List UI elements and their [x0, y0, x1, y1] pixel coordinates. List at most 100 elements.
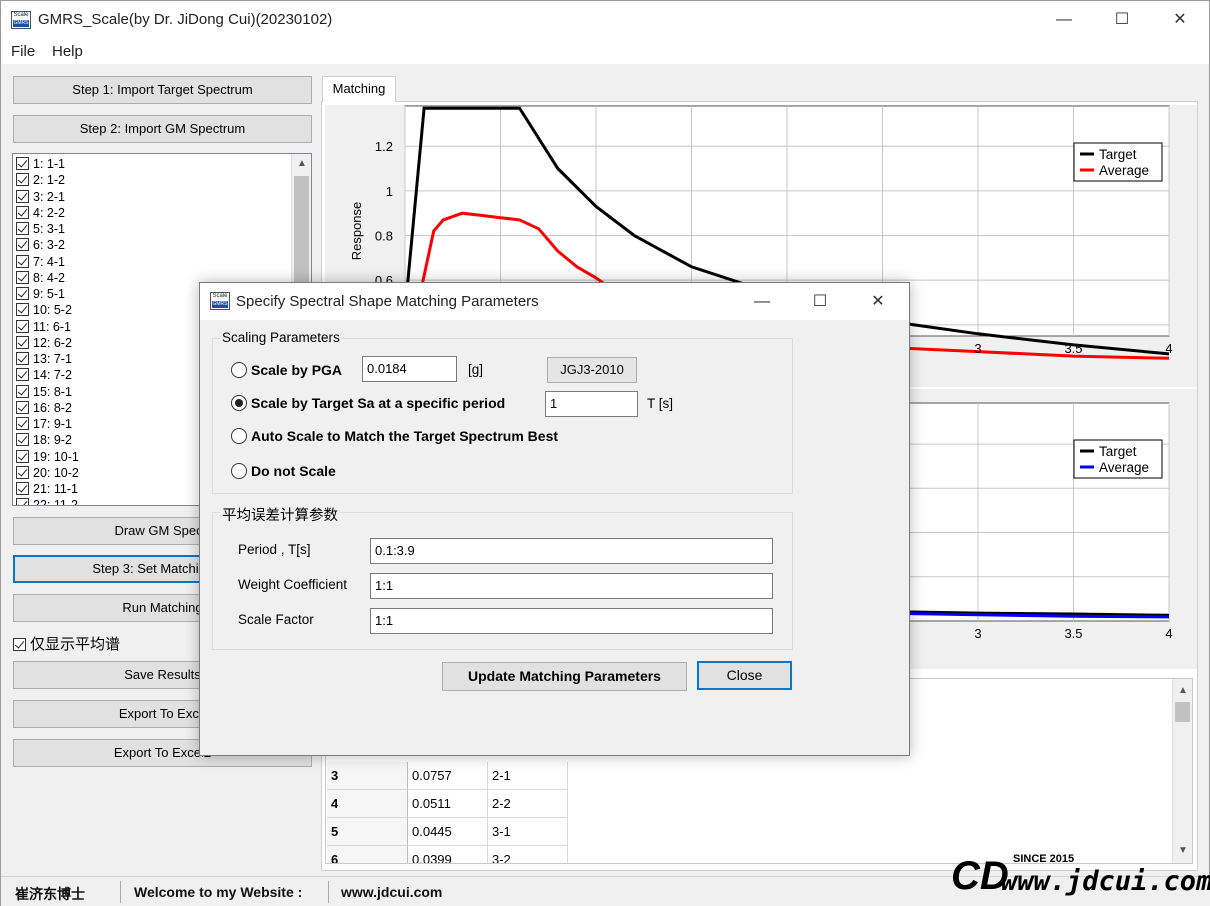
- gm-list-item-label: 6: 3-2: [33, 238, 65, 253]
- table-cell-name[interactable]: 2-1: [488, 762, 568, 790]
- checkbox-icon[interactable]: [16, 319, 29, 333]
- checkbox-icon[interactable]: [16, 205, 29, 219]
- table-row-index[interactable]: 4: [327, 790, 408, 818]
- table-cell-name[interactable]: 2-2: [488, 790, 568, 818]
- do-not-scale-radio[interactable]: [231, 463, 247, 479]
- checkbox-icon[interactable]: [16, 449, 29, 463]
- gm-list-item-label: 19: 10-1: [33, 449, 79, 464]
- do-not-scale-label[interactable]: Do not Scale: [251, 463, 336, 479]
- pga-input[interactable]: 0.0184: [362, 356, 457, 382]
- sa-period-input[interactable]: 1: [545, 391, 638, 417]
- table-scrollbar[interactable]: ▲ ▼: [1172, 679, 1192, 863]
- gm-list-item[interactable]: 2: 1-2: [16, 172, 65, 188]
- status-url[interactable]: www.jdcui.com: [341, 884, 442, 900]
- only-average-checkbox[interactable]: 仅显示平均谱: [13, 633, 120, 654]
- period-input[interactable]: 0.1:3.9: [370, 538, 773, 564]
- close-button[interactable]: ✕: [1151, 1, 1209, 39]
- gm-list-item[interactable]: 12: 6-2: [16, 335, 72, 351]
- gm-list-item[interactable]: 13: 7-1: [16, 351, 72, 367]
- checkbox-icon[interactable]: [13, 638, 26, 651]
- menu-help[interactable]: Help: [52, 43, 83, 60]
- gm-list-item[interactable]: 4: 2-2: [16, 205, 65, 221]
- scale-by-sa-label[interactable]: Scale by Target Sa at a specific period: [251, 395, 505, 411]
- dialog-maximize-button[interactable]: ☐: [791, 283, 849, 320]
- checkbox-icon[interactable]: [16, 335, 29, 349]
- chart-legend: TargetAverage: [1073, 142, 1163, 182]
- scale-by-pga-label[interactable]: Scale by PGA: [251, 362, 342, 378]
- checkbox-icon[interactable]: [16, 384, 29, 398]
- gm-list-item[interactable]: 10: 5-2: [16, 302, 72, 318]
- table-scroll-thumb[interactable]: [1175, 702, 1190, 722]
- gm-list-item[interactable]: 3: 2-1: [16, 189, 65, 205]
- jgj3-2010-button[interactable]: JGJ3-2010: [547, 357, 637, 383]
- checkbox-icon[interactable]: [16, 465, 29, 479]
- checkbox-icon[interactable]: [16, 189, 29, 203]
- gm-list-item[interactable]: 5: 3-1: [16, 221, 65, 237]
- gm-list-item[interactable]: 15: 8-1: [16, 384, 72, 400]
- table-row-index[interactable]: 5: [327, 818, 408, 846]
- checkbox-icon[interactable]: [16, 352, 29, 365]
- checkbox-icon[interactable]: [16, 400, 29, 414]
- auto-scale-radio[interactable]: [231, 428, 247, 444]
- dialog-close-action-button[interactable]: Close: [697, 661, 792, 690]
- title-bar[interactable]: Scale GMRS GMRS_Scale(by Dr. JiDong Cui)…: [1, 1, 1209, 39]
- gm-list-item[interactable]: 9: 5-1: [16, 286, 65, 302]
- checkbox-icon[interactable]: [16, 238, 29, 252]
- gm-list-item[interactable]: 22: 11-2: [16, 497, 78, 505]
- gm-list-item[interactable]: 6: 3-2: [16, 237, 65, 253]
- import-target-spectrum-button[interactable]: Step 1: Import Target Spectrum: [13, 76, 312, 104]
- table-cell-value[interactable]: 0.0511: [408, 790, 488, 818]
- status-separator: [328, 881, 329, 903]
- weight-coefficient-input[interactable]: 1:1: [370, 573, 773, 599]
- table-cell-name[interactable]: 3-1: [488, 818, 568, 846]
- checkbox-icon[interactable]: [16, 157, 29, 170]
- cd-logo-icon: CD: [951, 854, 1009, 898]
- update-matching-parameters-button[interactable]: Update Matching Parameters: [442, 662, 687, 691]
- gm-list-item-label: 14: 7-2: [33, 368, 72, 383]
- gm-list-item[interactable]: 17: 9-1: [16, 416, 72, 432]
- checkbox-icon[interactable]: [16, 433, 29, 447]
- table-row-index[interactable]: 3: [327, 762, 408, 790]
- dialog-title-bar[interactable]: Scale GMRS Specify Spectral Shape Matchi…: [200, 283, 909, 320]
- gm-list-item[interactable]: 1: 1-1: [16, 156, 65, 172]
- gm-list-item[interactable]: 19: 10-1: [16, 449, 79, 465]
- table-cell-name[interactable]: 3-2: [488, 846, 568, 863]
- checkbox-icon[interactable]: [16, 417, 29, 430]
- checkbox-icon[interactable]: [16, 498, 29, 505]
- minimize-button[interactable]: —: [1035, 1, 1093, 39]
- gm-list-item[interactable]: 7: 4-1: [16, 254, 65, 270]
- menu-file[interactable]: File: [11, 43, 35, 60]
- tab-matching[interactable]: Matching: [322, 76, 396, 102]
- gm-list-item[interactable]: 11: 6-1: [16, 319, 71, 335]
- gm-list-item[interactable]: 20: 10-2: [16, 465, 79, 481]
- checkbox-icon[interactable]: [16, 222, 29, 235]
- checkbox-icon[interactable]: [16, 254, 29, 268]
- gm-list-item[interactable]: 16: 8-2: [16, 400, 72, 416]
- scale-by-sa-radio[interactable]: [231, 395, 247, 411]
- import-gm-spectrum-button[interactable]: Step 2: Import GM Spectrum: [13, 115, 312, 143]
- checkbox-icon[interactable]: [16, 482, 29, 495]
- auto-scale-label[interactable]: Auto Scale to Match the Target Spectrum …: [251, 428, 558, 444]
- gm-list-item[interactable]: 8: 4-2: [16, 270, 65, 286]
- checkbox-icon[interactable]: [16, 368, 29, 382]
- maximize-button[interactable]: ☐: [1093, 1, 1151, 39]
- checkbox-icon[interactable]: [16, 270, 29, 284]
- dialog-minimize-button[interactable]: —: [733, 283, 791, 320]
- table-scroll-up-icon[interactable]: ▲: [1173, 681, 1192, 701]
- gm-list-item[interactable]: 18: 9-2: [16, 432, 72, 448]
- gm-list-item[interactable]: 14: 7-2: [16, 367, 72, 383]
- table-row-index[interactable]: 6: [327, 846, 408, 863]
- checkbox-icon[interactable]: [16, 173, 29, 187]
- checkbox-icon[interactable]: [16, 287, 29, 300]
- legend-label: Target: [1099, 444, 1137, 459]
- table-cell-value[interactable]: 0.0757: [408, 762, 488, 790]
- table-cell-value[interactable]: 0.0399: [408, 846, 488, 863]
- scroll-up-icon[interactable]: ▲: [292, 154, 311, 174]
- gm-list-item-label: 2: 1-2: [33, 173, 65, 188]
- gm-list-item[interactable]: 21: 11-1: [16, 481, 78, 497]
- checkbox-icon[interactable]: [16, 303, 29, 317]
- scale-by-pga-radio[interactable]: [231, 362, 247, 378]
- table-cell-value[interactable]: 0.0445: [408, 818, 488, 846]
- scale-factor-input[interactable]: 1:1: [370, 608, 773, 634]
- dialog-close-button[interactable]: ✕: [849, 283, 907, 320]
